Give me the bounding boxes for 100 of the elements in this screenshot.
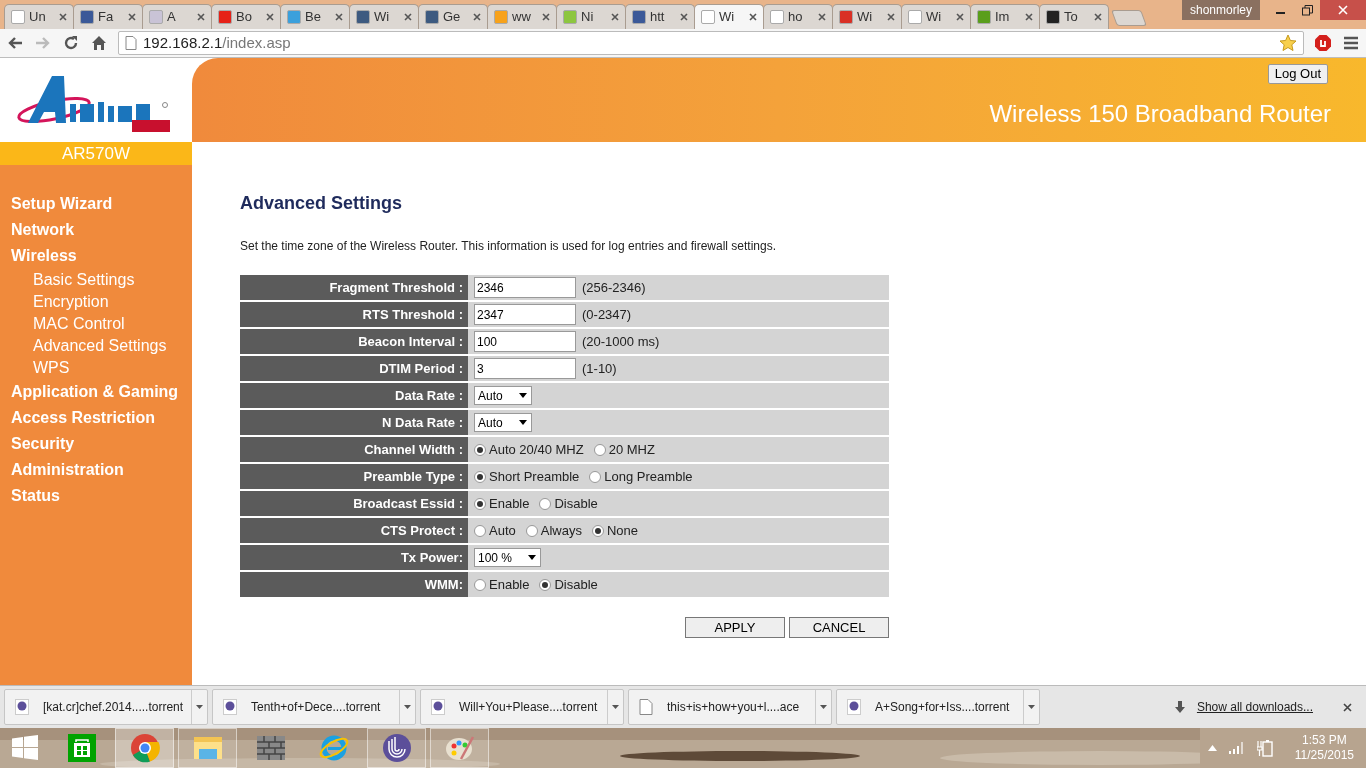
close-icon[interactable] — [404, 13, 412, 21]
download-item[interactable]: Tenth+of+Dece....torrent — [212, 689, 416, 725]
range-hint: (1-10) — [582, 359, 617, 378]
browser-tab[interactable]: A — [142, 4, 212, 29]
close-icon[interactable] — [128, 13, 136, 21]
router-title: Wireless 150 Broadband Router — [989, 99, 1331, 129]
browser-tab[interactable]: Im — [970, 4, 1040, 29]
browser-tab[interactable]: htt — [625, 4, 695, 29]
dropdown[interactable]: Auto — [474, 413, 532, 432]
favicon-icon — [11, 10, 25, 24]
download-item[interactable]: Will+You+Please....torrent — [420, 689, 624, 725]
download-item[interactable]: this+is+how+you+l....ace — [628, 689, 832, 725]
close-icon[interactable] — [611, 13, 619, 21]
close-icon[interactable] — [1094, 13, 1102, 21]
tab-title: Bo — [236, 8, 253, 27]
close-icon[interactable] — [749, 13, 757, 21]
download-filename: [kat.cr]chef.2014.....torrent — [43, 699, 185, 716]
form-button[interactable]: APPLY — [685, 617, 785, 638]
download-item[interactable]: A+Song+for+Iss....torrent — [836, 689, 1040, 725]
radio-button[interactable] — [589, 470, 602, 483]
option-label: Disable — [554, 494, 598, 513]
radio-button[interactable] — [591, 524, 604, 537]
profile-name: shonmorley — [1181, 0, 1260, 20]
taskbar-button[interactable] — [115, 728, 174, 768]
form-button[interactable]: CANCEL — [789, 617, 889, 638]
browser-tab[interactable]: Wi — [832, 4, 902, 29]
download-icon — [1174, 701, 1185, 713]
radio-button[interactable] — [474, 497, 486, 510]
browser-tab[interactable]: Wi — [349, 4, 419, 29]
download-filename: Tenth+of+Dece....torrent — [251, 699, 382, 716]
close-icon[interactable] — [59, 13, 67, 21]
address-bar[interactable]: 192.168.2.1/index.asp — [118, 31, 1304, 55]
restore-icon[interactable] — [1301, 4, 1313, 16]
show-all-link[interactable]: Show all downloads... — [1196, 698, 1313, 716]
close-icon[interactable] — [680, 13, 688, 21]
download-item[interactable]: [kat.cr]chef.2014.....torrent — [4, 689, 208, 725]
stop-sign-icon[interactable] — [1314, 34, 1332, 52]
favicon-icon — [1046, 10, 1060, 24]
reload-icon[interactable] — [62, 34, 80, 52]
star-icon[interactable] — [1279, 34, 1297, 52]
browser-tab[interactable]: ho — [763, 4, 833, 29]
favicon-icon — [563, 10, 577, 24]
browser-tab[interactable]: Un — [4, 4, 74, 29]
field-label: Beacon Interval : — [240, 329, 468, 356]
browser-tab[interactable]: Ge — [418, 4, 488, 29]
close-button[interactable] — [1320, 0, 1366, 20]
browser-tab[interactable]: Fa — [73, 4, 143, 29]
option-label: Disable — [554, 575, 598, 594]
close-icon[interactable] — [818, 13, 826, 21]
radio-button[interactable] — [474, 443, 486, 456]
browser-tab[interactable]: Wi — [901, 4, 971, 29]
input-field[interactable]: 3 — [474, 358, 576, 379]
close-icon[interactable] — [335, 13, 343, 21]
dropdown[interactable]: Auto — [474, 386, 532, 405]
close-icon[interactable] — [1343, 702, 1352, 712]
tab-title: Wi — [926, 8, 943, 27]
favicon-icon — [356, 10, 370, 24]
close-icon[interactable] — [266, 13, 274, 21]
tab-title: Ni — [581, 8, 595, 27]
taskbar-button[interactable] — [367, 728, 426, 768]
field-label: RTS Threshold : — [240, 302, 468, 329]
option-label: Long Preamble — [604, 467, 693, 486]
browser-tab[interactable]: Bo — [211, 4, 281, 29]
radio-button[interactable] — [539, 578, 552, 591]
close-icon[interactable] — [473, 13, 481, 21]
option-label: Enable — [489, 575, 530, 594]
torrent-file-icon — [223, 699, 237, 715]
tab-title: ww — [512, 8, 532, 27]
dropdown[interactable]: 100 % — [474, 548, 542, 567]
favicon-icon — [632, 10, 646, 24]
radio-button[interactable] — [593, 443, 606, 456]
browser-tab[interactable]: ww — [487, 4, 557, 29]
browser-tab[interactable]: To — [1039, 4, 1109, 29]
windows-start-icon[interactable] — [12, 735, 38, 761]
browser-tab[interactable]: Be — [280, 4, 350, 29]
logout-button[interactable]: Log Out — [1267, 64, 1328, 84]
favicon-icon — [149, 10, 163, 24]
radio-button[interactable] — [474, 470, 486, 483]
home-icon[interactable] — [90, 34, 108, 52]
browser-tab[interactable]: Wi — [694, 4, 764, 29]
input-field[interactable]: 2347 — [474, 304, 576, 325]
radio-button[interactable] — [474, 524, 486, 537]
chrome-icon — [129, 733, 160, 763]
browser-tab[interactable]: Ni — [556, 4, 626, 29]
close-icon[interactable] — [887, 13, 895, 21]
input-field[interactable]: 100 — [474, 331, 576, 352]
favicon-icon — [977, 10, 991, 24]
radio-button[interactable] — [474, 578, 486, 591]
radio-button[interactable] — [539, 497, 552, 510]
url-host: 192.168.2.1 — [143, 32, 223, 53]
close-icon[interactable] — [956, 13, 964, 21]
close-icon[interactable] — [197, 13, 205, 21]
input-field[interactable]: 2346 — [474, 277, 576, 298]
close-icon[interactable] — [542, 13, 550, 21]
tab-title: Wi — [857, 8, 874, 27]
radio-button[interactable] — [525, 524, 538, 537]
favicon-icon — [287, 10, 301, 24]
menu-icon[interactable] — [1342, 34, 1360, 52]
close-icon[interactable] — [1025, 13, 1033, 21]
tab-title: To — [1064, 8, 1079, 27]
